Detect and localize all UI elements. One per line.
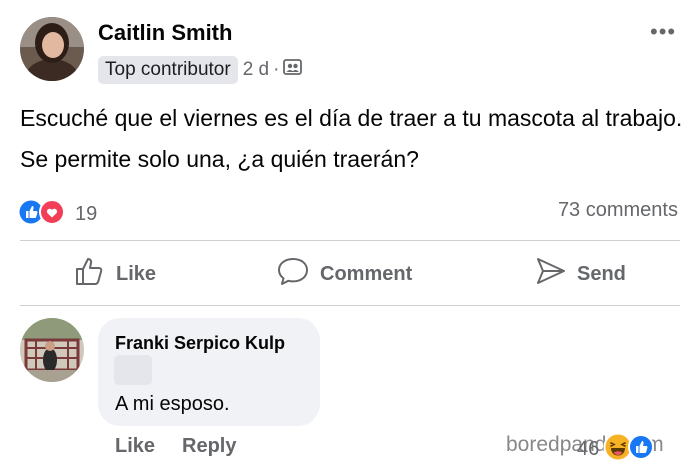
top-contributor-badge[interactable]: Top contributor — [98, 56, 238, 84]
post-time[interactable]: 2 d — [243, 59, 269, 81]
commenter-avatar[interactable] — [20, 318, 84, 382]
like-button[interactable]: Like — [74, 256, 156, 292]
commenter-name[interactable]: Franki Serpico Kulp — [115, 333, 285, 354]
post-reactions[interactable]: 19 — [19, 199, 97, 230]
reaction-count: 19 — [75, 203, 98, 225]
send-icon — [535, 256, 577, 292]
divider — [20, 240, 680, 241]
divider — [20, 305, 680, 306]
thumbs-up-icon — [74, 255, 116, 293]
like-icon — [628, 434, 655, 465]
send-label: Send — [577, 262, 626, 285]
comment-text: A mi esposo. — [115, 393, 230, 415]
like-label: Like — [116, 262, 157, 285]
comment-reaction-count: 46 — [577, 438, 600, 460]
post-meta: Top contributor 2 d · — [98, 55, 303, 85]
comment-icon — [276, 255, 320, 293]
friends-icon — [283, 58, 303, 82]
comment-reply-button[interactable]: Reply — [182, 435, 236, 458]
comment-label: Comment — [320, 262, 413, 285]
comment-button[interactable]: Comment — [276, 256, 412, 292]
post-text: Escuché que el viernes es el día de trae… — [20, 105, 683, 172]
comment-attachment — [114, 355, 152, 385]
comments-count[interactable]: 73 comments — [558, 199, 678, 222]
post-author-name[interactable]: Caitlin Smith — [98, 20, 232, 46]
comment-like-button[interactable]: Like — [115, 435, 155, 458]
send-button[interactable]: Send — [535, 256, 626, 292]
meta-separator: · — [273, 59, 280, 80]
love-icon — [39, 199, 65, 230]
more-options-icon[interactable]: ••• — [650, 19, 676, 45]
comment-reactions[interactable]: 46 — [577, 432, 655, 467]
author-avatar[interactable] — [20, 17, 84, 81]
